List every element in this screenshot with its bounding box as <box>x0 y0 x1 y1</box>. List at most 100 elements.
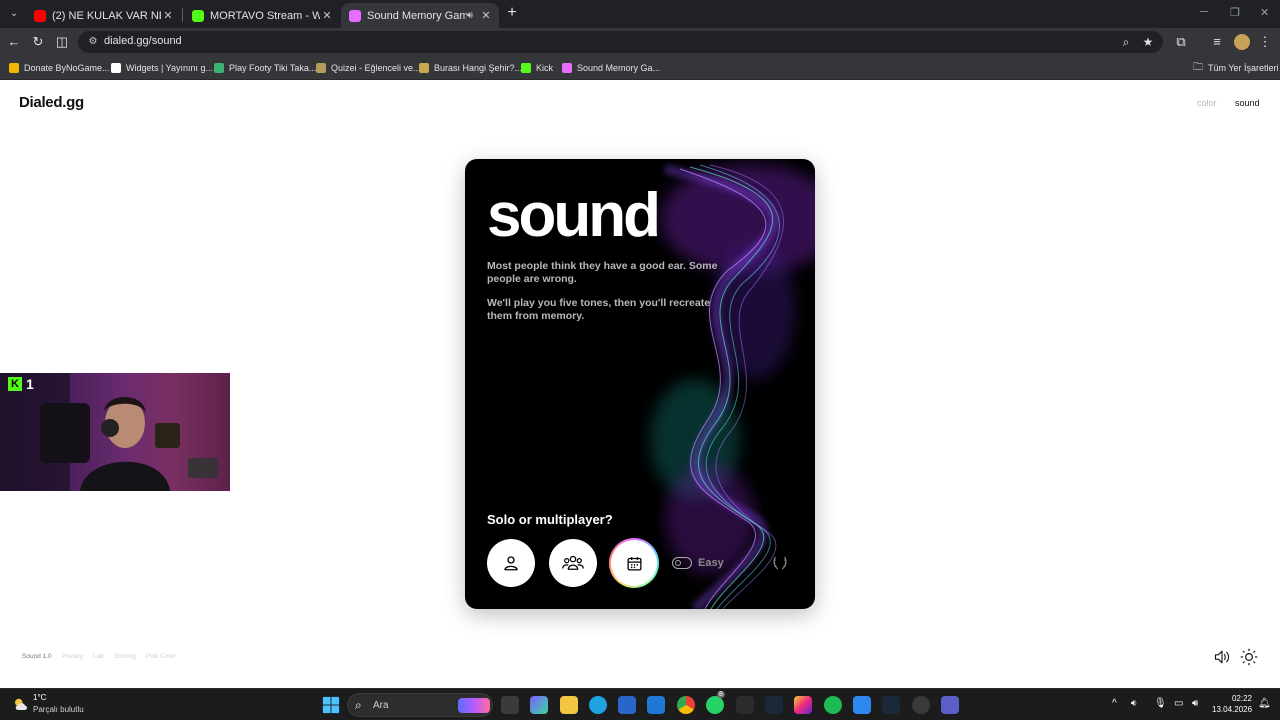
menu-kebab-icon[interactable]: ⋮ <box>1257 34 1273 50</box>
calendar-app-icon[interactable] <box>853 696 871 714</box>
reload-icon[interactable]: ↻ <box>30 34 46 50</box>
side-panel-icon[interactable]: ◫ <box>54 34 70 50</box>
steam-chat-icon[interactable] <box>882 696 900 714</box>
site-info-icon[interactable]: ⚙ <box>86 35 100 49</box>
windows-taskbar: 1°C Parçalı bulutlu ⌕ Ara 8 ^ 🔉︎ 🎙︎ ▭ 🔊︎… <box>0 688 1280 720</box>
bookmark-kick[interactable]: Kick <box>521 61 553 75</box>
teams-icon[interactable] <box>941 696 959 714</box>
edge-icon[interactable] <box>589 696 607 714</box>
easy-mode-toggle[interactable] <box>672 557 692 569</box>
profile-avatar[interactable] <box>1234 34 1250 50</box>
close-tab-icon[interactable]: ✕ <box>479 9 493 22</box>
outlook-icon[interactable] <box>647 696 665 714</box>
tray-mic-icon[interactable]: 🎙︎ <box>1154 698 1167 709</box>
new-tab-button[interactable]: + <box>504 5 520 21</box>
maximize-icon[interactable]: ❐ <box>1230 6 1240 19</box>
tab-title: (2) NE KULAK VAR NE GÖZ VAR <box>52 9 161 22</box>
bookmark-star-icon[interactable]: ★ <box>1140 34 1156 50</box>
tray-volume-icon[interactable]: 🔉︎ <box>1131 698 1137 709</box>
copilot-icon[interactable] <box>530 696 548 714</box>
nav-link-color[interactable]: color <box>1197 98 1217 108</box>
tab-kick-stream[interactable]: MORTAVO Stream - Watch Live ✕ <box>184 3 340 28</box>
multiplayer-button[interactable] <box>549 539 597 587</box>
taskbar-search[interactable]: ⌕ Ara <box>347 693 493 717</box>
zoom-icon[interactable]: ⌕ <box>1118 34 1134 50</box>
tray-network-icon[interactable]: ▭ <box>1174 698 1183 709</box>
extensions-icon[interactable]: ⧉ <box>1173 34 1189 50</box>
tab-divider <box>182 8 183 22</box>
bookmark-donate[interactable]: Donate ByNoGame... <box>9 61 110 75</box>
description-line-2: We'll play you five tones, then you'll r… <box>487 297 711 322</box>
footer-link-privacy[interactable]: Privacy <box>62 653 83 660</box>
obs-icon[interactable] <box>912 696 930 714</box>
bookmark-footy[interactable]: Play Footy Tiki Taka... <box>214 61 316 75</box>
task-view-icon[interactable] <box>501 696 519 714</box>
bookmark-favicon-icon <box>521 63 531 73</box>
address-bar[interactable]: ⚙ dialed.gg/sound ⌕ ★ <box>78 31 1163 53</box>
tray-speaker-icon[interactable]: 🔊︎ <box>1192 698 1198 709</box>
browser-toolbar: ← ↻ ◫ ⚙ dialed.gg/sound ⌕ ★ ⧉ ≡ ⋮ <box>0 28 1280 56</box>
game-card: sound Most people think they have a good… <box>465 159 815 609</box>
epic-games-icon[interactable] <box>736 696 754 714</box>
url-text[interactable]: dialed.gg/sound <box>104 35 182 47</box>
bookmark-label: Burası Hangi Şehir?... <box>434 63 523 73</box>
close-tab-icon[interactable]: ✕ <box>161 9 175 22</box>
steam-icon[interactable] <box>765 696 783 714</box>
footer-link-pick-color[interactable]: Pick Color <box>146 653 176 660</box>
file-explorer-icon[interactable] <box>560 696 578 714</box>
youtube-favicon-icon <box>34 9 46 22</box>
theme-toggle-sun-icon[interactable] <box>1240 648 1258 666</box>
toggle-knob <box>675 559 681 566</box>
clock-time[interactable]: 02:22 <box>1228 694 1252 703</box>
tab-title: MORTAVO Stream - Watch Live <box>210 9 320 22</box>
streamer-video <box>0 373 218 491</box>
whatsapp-icon[interactable]: 8 <box>706 691 725 714</box>
all-bookmarks-folder[interactable]: 🗀 Tüm Yer İşaretleri <box>1193 61 1279 75</box>
speaker-icon[interactable] <box>1213 649 1231 665</box>
instagram-icon[interactable] <box>794 696 812 714</box>
bookmark-label: Play Footy Tiki Taka... <box>229 63 317 73</box>
notification-bell-icon[interactable]: 🔔︎ <box>1258 698 1271 709</box>
spotify-icon[interactable] <box>824 696 842 714</box>
tray-overflow-icon[interactable]: ^ <box>1112 698 1117 709</box>
laurel-leaderboard-icon[interactable] <box>771 554 789 572</box>
footer-link-lab[interactable]: Lab <box>93 653 104 660</box>
whatsapp-badge: 8 <box>717 691 725 698</box>
media-control-icon[interactable]: ≡ <box>1209 34 1225 50</box>
easy-mode-label[interactable]: Easy <box>698 557 724 569</box>
tab-title: Sound Memory Game — H <box>367 9 467 22</box>
clock-date[interactable]: 13.04.2026 <box>1212 705 1252 714</box>
bookmark-quizei[interactable]: Quizei - Eğlenceli ve... <box>316 61 421 75</box>
tab-sound-memory-game[interactable]: Sound Memory Game — H 🔊︎ ✕ <box>341 3 499 28</box>
webcam-overlay: K 1 <box>0 373 230 491</box>
bookmark-favicon-icon <box>9 63 19 73</box>
bookmark-burasi[interactable]: Burası Hangi Şehir?... <box>419 61 522 75</box>
footer-link-scoring[interactable]: Scoring <box>114 653 136 660</box>
minimize-icon[interactable]: ─ <box>1200 6 1208 18</box>
close-tab-icon[interactable]: ✕ <box>320 9 334 22</box>
weather-temp[interactable]: 1°C <box>33 693 46 702</box>
bookmark-label: Tüm Yer İşaretleri <box>1208 63 1279 73</box>
solo-button[interactable] <box>487 539 535 587</box>
ms-store-icon[interactable] <box>618 696 636 714</box>
windows-start-icon[interactable] <box>322 696 340 714</box>
bookmark-sound-memory[interactable]: Sound Memory Ga... <box>562 61 660 75</box>
kick-favicon-icon <box>192 9 204 22</box>
tab-search-icon[interactable]: ⌄ <box>5 5 23 23</box>
tab-youtube[interactable]: (2) NE KULAK VAR NE GÖZ VAR ✕ <box>26 3 181 28</box>
description-line-1: Most people think they have a good ear. … <box>487 260 718 285</box>
back-icon[interactable]: ← <box>6 34 22 50</box>
partly-cloudy-icon[interactable] <box>12 696 30 712</box>
chrome-icon[interactable] <box>677 696 695 714</box>
tab-audio-icon[interactable]: 🔊︎ <box>467 10 473 21</box>
bookmark-widgets[interactable]: Widgets | Yayınını g... <box>111 61 213 75</box>
daily-challenge-button[interactable] <box>609 538 659 588</box>
weather-condition[interactable]: Parçalı bulutlu <box>33 705 84 714</box>
nav-link-sound[interactable]: sound <box>1235 98 1260 108</box>
calendar-icon <box>626 556 642 571</box>
bookmark-favicon-icon <box>316 63 326 73</box>
bookmark-label: Sound Memory Ga... <box>577 63 661 73</box>
bookmarks-bar: Donate ByNoGame... Widgets | Yayınını g.… <box>0 56 1280 80</box>
site-logo[interactable]: Dialed.gg <box>19 94 84 111</box>
close-window-icon[interactable]: ✕ <box>1260 6 1269 19</box>
